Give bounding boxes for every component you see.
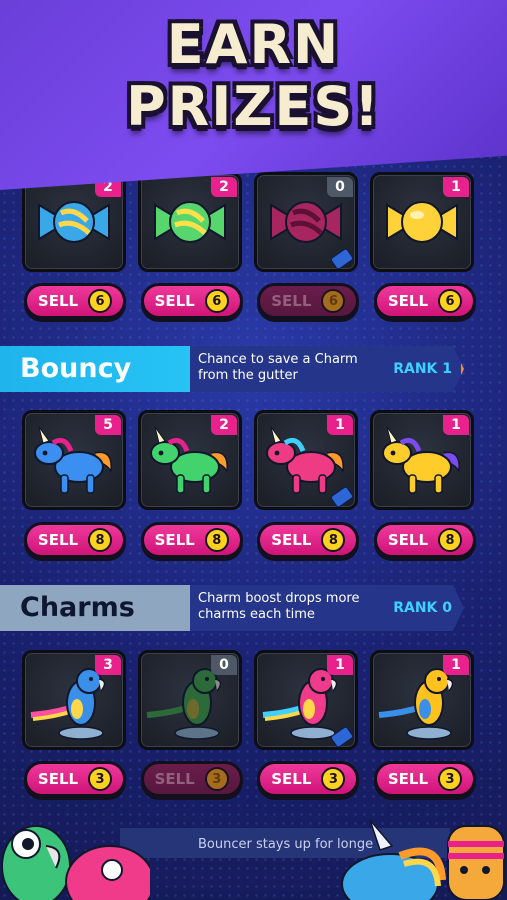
category-description: Charm boost drops more charms each time <box>198 591 360 622</box>
candy-card-yellow[interactable]: 1 <box>370 172 474 272</box>
sell-button[interactable]: SELL 3 <box>373 761 476 797</box>
prizes-screen: EARN PRIZES! 2 2 0 1 SELL 6 SELL 6 SELL … <box>0 0 507 900</box>
unicorn-card-yellow[interactable]: 1 <box>370 410 474 510</box>
sell-label: SELL <box>387 531 429 549</box>
coin-icon: 3 <box>88 767 113 791</box>
item-count-badge: 1 <box>443 655 469 675</box>
sell-label: SELL <box>154 770 195 788</box>
candy-sell-row: SELL 6 SELL 6 SELL 6 SELL 6 <box>24 283 476 319</box>
item-count-badge: 1 <box>443 415 469 435</box>
coin-icon: 6 <box>438 289 463 313</box>
category-name: Bouncy <box>0 346 190 392</box>
sell-label: SELL <box>37 531 79 549</box>
category-description: Chance to save a Charm from the gutter <box>198 352 358 383</box>
coin-icon: 3 <box>204 767 229 791</box>
page-title: EARN PRIZES! <box>126 13 381 138</box>
parrot-card-blue[interactable]: 3 <box>22 650 126 750</box>
sell-button[interactable]: SELL 6 <box>24 283 126 319</box>
sell-label: SELL <box>387 292 429 310</box>
sell-label: SELL <box>37 770 79 788</box>
sell-button[interactable]: SELL 8 <box>24 522 126 558</box>
item-count-badge: 0 <box>211 655 237 675</box>
sell-button[interactable]: SELL 3 <box>24 761 126 797</box>
item-count-badge: 2 <box>211 415 237 435</box>
sell-label: SELL <box>271 770 312 788</box>
candy-card-green[interactable]: 2 <box>138 172 242 272</box>
item-count-badge: 1 <box>327 655 353 675</box>
coin-icon: 8 <box>204 528 229 552</box>
coin-icon: 8 <box>321 528 346 552</box>
coin-icon: 6 <box>204 289 229 313</box>
sell-label: SELL <box>271 531 312 549</box>
coin-icon: 3 <box>438 767 463 791</box>
unicorn-card-blue[interactable]: 5 <box>22 410 126 510</box>
item-count-badge: 3 <box>95 655 121 675</box>
unicorn-sell-row: SELL 8 SELL 8 SELL 8 SELL 8 <box>24 522 476 558</box>
coin-icon: 6 <box>321 289 346 313</box>
item-count-badge: 0 <box>327 177 353 197</box>
sell-label: SELL <box>154 531 195 549</box>
unicorn-row: 5 2 1 1 <box>22 410 474 510</box>
unicorn-card-pink[interactable]: 1 <box>254 410 358 510</box>
parrot-mascot-icon <box>1 825 150 900</box>
item-count-badge: 1 <box>443 177 469 197</box>
parrot-sell-row: SELL 3 SELL 3 SELL 3 SELL 3 <box>24 761 476 797</box>
sell-button[interactable]: SELL 6 <box>140 283 243 319</box>
sell-label: SELL <box>271 292 312 310</box>
item-count-badge: 2 <box>211 177 237 197</box>
sell-button[interactable]: SELL 6 <box>373 283 476 319</box>
candy-row: 2 2 0 1 <box>22 172 474 272</box>
parrot-row: 3 0 1 1 <box>22 650 474 750</box>
bouncy-category-banner[interactable]: Bouncy Chance to save a Charm from the g… <box>0 346 470 392</box>
category-rank: RANK 0 <box>393 600 452 616</box>
sell-button[interactable]: SELL 8 <box>140 522 243 558</box>
sell-label: SELL <box>154 292 195 310</box>
category-name: Charms <box>0 585 190 631</box>
unicorn-mascot-icon <box>341 820 505 900</box>
sell-button[interactable]: SELL 8 <box>257 522 360 558</box>
coin-icon: 3 <box>321 767 346 791</box>
sell-button[interactable]: SELL 8 <box>373 522 476 558</box>
sell-button[interactable]: SELL 3 <box>257 761 360 797</box>
item-count-badge: 5 <box>95 415 121 435</box>
candy-card-locked[interactable]: 0 <box>254 172 358 272</box>
charms-category-banner[interactable]: Charms Charm boost drops more charms eac… <box>0 585 470 631</box>
parrot-card-yellow[interactable]: 1 <box>370 650 474 750</box>
sell-button-disabled: SELL 6 <box>257 283 360 319</box>
coin-icon: 6 <box>88 289 113 313</box>
parrot-card-pink[interactable]: 1 <box>254 650 358 750</box>
sell-button-disabled: SELL 3 <box>140 761 243 797</box>
item-count-badge: 1 <box>327 415 353 435</box>
category-rank: RANK 1 <box>393 361 452 377</box>
parrot-card-locked[interactable]: 0 <box>138 650 242 750</box>
unicorn-card-green[interactable]: 2 <box>138 410 242 510</box>
sell-label: SELL <box>37 292 79 310</box>
coin-icon: 8 <box>438 528 463 552</box>
sell-label: SELL <box>387 770 429 788</box>
coin-icon: 8 <box>88 528 113 552</box>
